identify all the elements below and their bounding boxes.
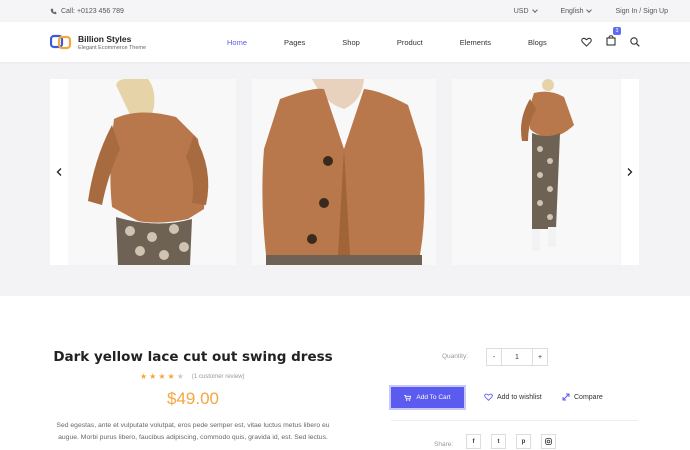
star-icon: ★	[140, 372, 148, 381]
brand-name: Billion Styles	[78, 33, 132, 44]
review-count-link[interactable]: (1 customer review)	[192, 374, 245, 380]
topbar: Call: +0123 456 789 USD English Sign In …	[0, 0, 690, 22]
product-info: Dark yellow lace cut out swing dress ★ ★…	[0, 296, 690, 450]
compare-icon	[562, 393, 570, 401]
logo-icon	[50, 34, 72, 50]
auth-link[interactable]: Sign In / Sign Up	[615, 8, 668, 15]
chevron-down-icon	[586, 7, 593, 13]
product-price: $49.00	[167, 389, 219, 408]
pinterest-icon[interactable]: p	[516, 434, 531, 449]
star-icon: ★	[149, 372, 157, 381]
nav-product[interactable]: Product	[397, 38, 423, 47]
add-to-wishlist-button[interactable]: Add to wishlist	[484, 393, 542, 401]
star-empty-icon: ★	[176, 372, 184, 381]
gallery-image-3[interactable]	[452, 79, 620, 265]
product-description: Sed egestas, ante et vulputate volutpat,…	[56, 422, 330, 441]
currency-select[interactable]: USD	[513, 7, 538, 15]
gallery-image-2[interactable]	[252, 79, 436, 265]
nav-shop[interactable]: Shop	[342, 38, 360, 47]
share-label: Share:	[434, 441, 454, 448]
chevron-right-icon	[627, 168, 633, 176]
phone-text: Call: +0123 456 789	[61, 7, 124, 15]
quantity-label: Quantity:	[442, 353, 469, 360]
instagram-icon[interactable]	[541, 434, 556, 449]
star-icon: ★	[167, 372, 175, 381]
wishlist-label: Add to wishlist	[497, 393, 542, 401]
add-to-cart-button[interactable]: Add To Cart	[391, 387, 464, 408]
product-photo-back	[68, 79, 236, 265]
product-gallery	[0, 62, 690, 296]
cart-button[interactable]: 3	[606, 27, 621, 51]
main-header: Billion Styles Elegant Ecommerce Theme H…	[0, 22, 690, 62]
compare-label: Compare	[574, 393, 603, 401]
product-photo-closeup	[252, 79, 436, 265]
quantity-stepper: - 1 +	[486, 348, 548, 366]
product-title: Dark yellow lace cut out swing dress	[53, 349, 333, 365]
chevron-left-icon	[56, 168, 62, 176]
product-rating: ★ ★ ★ ★ ★ (1 customer review)	[140, 372, 245, 381]
search-icon[interactable]	[630, 37, 640, 47]
quantity-decrease-button[interactable]: -	[487, 349, 501, 365]
chevron-down-icon	[531, 7, 538, 13]
divider	[391, 420, 638, 421]
gallery-image-1[interactable]	[68, 79, 236, 265]
cart-icon	[404, 394, 412, 401]
nav-home[interactable]: Home	[227, 38, 247, 47]
nav-pages[interactable]: Pages	[284, 38, 305, 47]
nav-blogs[interactable]: Blogs	[528, 38, 547, 47]
main-nav: Home Pages Shop Product Elements Blogs	[227, 38, 584, 47]
gallery-prev-button[interactable]	[50, 79, 68, 265]
product-photo-full	[452, 79, 620, 265]
quantity-increase-button[interactable]: +	[533, 349, 547, 365]
gallery-next-button[interactable]	[621, 79, 639, 265]
quantity-input[interactable]: 1	[501, 349, 533, 365]
facebook-icon[interactable]: f	[466, 434, 481, 449]
shopping-bag-icon	[606, 35, 616, 46]
heart-icon	[484, 393, 493, 401]
star-icon: ★	[158, 372, 166, 381]
language-select[interactable]: English	[560, 7, 593, 15]
twitter-icon[interactable]: t	[491, 434, 506, 449]
logo[interactable]: Billion Styles Elegant Ecommerce Theme	[50, 33, 227, 51]
nav-elements[interactable]: Elements	[460, 38, 491, 47]
language-label: English	[560, 7, 584, 15]
phone-info: Call: +0123 456 789	[50, 8, 124, 15]
phone-icon	[50, 8, 57, 14]
currency-label: USD	[513, 7, 529, 15]
cart-count-badge: 3	[613, 27, 621, 35]
add-to-cart-label: Add To Cart	[416, 394, 451, 401]
brand-tagline: Elegant Ecommerce Theme	[78, 44, 147, 51]
heart-icon[interactable]	[581, 37, 592, 47]
instagram-glyph	[545, 438, 552, 445]
compare-button[interactable]: Compare	[562, 393, 603, 401]
